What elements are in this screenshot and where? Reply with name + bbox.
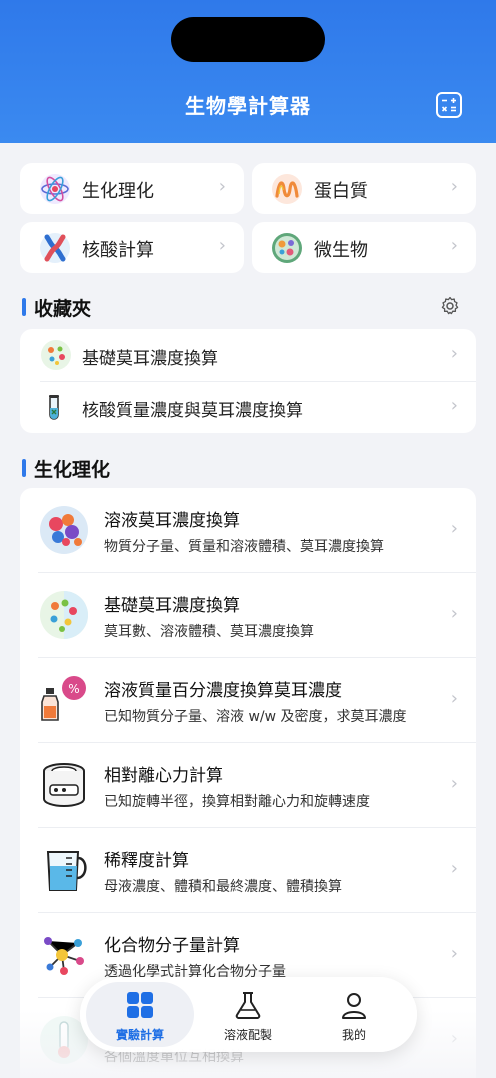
list-item-title: 化合物分子量計算: [104, 936, 240, 956]
tab-bar: 實驗計算 溶液配製 我的: [80, 977, 417, 1052]
category-biochem[interactable]: 生化理化 ›: [20, 163, 244, 214]
tab-solution-prep[interactable]: 溶液配製: [194, 982, 302, 1047]
tab-profile[interactable]: 我的: [300, 982, 408, 1047]
flask-icon: [235, 992, 261, 1019]
list-item[interactable]: 稀釋度計算 母液濃度、體積和最終濃度、體積換算 ›: [20, 828, 476, 913]
chevron-right-icon: ›: [450, 773, 458, 794]
molecular-structure-icon: [44, 937, 84, 975]
list-item-title: 溶液莫耳濃度換算: [104, 511, 240, 531]
dynamic-island: [171, 17, 325, 62]
tab-label: 實驗計算: [115, 1028, 164, 1042]
category-nucleic-acid[interactable]: 核酸計算 ›: [20, 222, 244, 273]
favorites-section-title: 收藏夾: [22, 294, 91, 321]
chevron-right-icon: ›: [450, 688, 458, 709]
molecules-icon: [41, 340, 71, 370]
app-header: 生物學計算器: [0, 0, 496, 143]
list-item-title: 相對離心力計算: [104, 766, 223, 786]
biochem-section-title: 生化理化: [22, 455, 110, 482]
svg-text:%: %: [68, 682, 79, 696]
measuring-cup-icon: [46, 851, 87, 891]
list-item-subtitle: 母液濃度、體積和最終濃度、體積換算: [104, 879, 342, 895]
grid-icon: [127, 992, 153, 1018]
chevron-right-icon: ›: [450, 176, 458, 197]
tab-label: 我的: [341, 1028, 366, 1042]
favorite-item[interactable]: 基礎莫耳濃度換算 ›: [20, 329, 476, 381]
calculator-button[interactable]: [436, 92, 462, 118]
tab-experiment-calc[interactable]: 實驗計算: [86, 982, 194, 1047]
chevron-right-icon: ›: [218, 176, 226, 197]
favorite-label: 核酸質量濃度與莫耳濃度換算: [82, 401, 303, 421]
person-icon: [342, 993, 366, 1019]
list-item-subtitle: 已知旋轉半徑，換算相對離心力和旋轉速度: [104, 794, 370, 810]
percent-bottle-icon: %: [41, 676, 86, 721]
category-microbiology[interactable]: 微生物 ›: [252, 222, 476, 273]
microbe-icon: [272, 233, 302, 263]
favorite-item[interactable]: 核酸質量濃度與莫耳濃度換算 ›: [20, 381, 476, 433]
list-item-subtitle: 物質分子量、質量和溶液體積、莫耳濃度換算: [104, 539, 384, 555]
category-label: 微生物: [314, 240, 368, 261]
chromosome-icon: [40, 233, 70, 263]
list-item[interactable]: % 溶液質量百分濃度換算莫耳濃度 已知物質分子量、溶液 w/w 及密度，求莫耳濃…: [20, 658, 476, 743]
protein-icon: [272, 174, 302, 204]
test-tube-icon: [49, 395, 59, 420]
molecule-model-icon: [40, 506, 88, 554]
favorite-label: 基礎莫耳濃度換算: [82, 349, 218, 369]
chevron-right-icon: ›: [450, 343, 458, 364]
chevron-right-icon: ›: [450, 603, 458, 624]
list-item-subtitle: 莫耳數、溶液體積、莫耳濃度換算: [104, 624, 314, 640]
centrifuge-icon: [43, 763, 85, 807]
gear-icon[interactable]: [440, 296, 460, 316]
list-item[interactable]: 相對離心力計算 已知旋轉半徑，換算相對離心力和旋轉速度 ›: [20, 743, 476, 828]
molecules-icon: [40, 591, 88, 639]
list-item[interactable]: 基礎莫耳濃度換算 莫耳數、溶液體積、莫耳濃度換算 ›: [20, 573, 476, 658]
category-label: 核酸計算: [82, 240, 154, 261]
tab-label: 溶液配製: [223, 1028, 272, 1042]
list-item-title: 基礎莫耳濃度換算: [104, 596, 240, 616]
chevron-right-icon: ›: [450, 858, 458, 879]
calculator-icon: [441, 98, 456, 112]
category-label: 生化理化: [82, 181, 154, 202]
chevron-right-icon: ›: [450, 395, 458, 416]
list-item-title: 稀釋度計算: [104, 851, 189, 871]
list-item[interactable]: 溶液莫耳濃度換算 物質分子量、質量和溶液體積、莫耳濃度換算 ›: [20, 488, 476, 573]
list-item-title: 溶液質量百分濃度換算莫耳濃度: [104, 681, 342, 701]
favorites-list: 基礎莫耳濃度換算 › 核酸質量濃度與莫耳濃度換算 ›: [20, 329, 476, 433]
chevron-right-icon: ›: [450, 1028, 458, 1049]
list-item-subtitle: 已知物質分子量、溶液 w/w 及密度，求莫耳濃度: [104, 709, 407, 725]
app-title: 生物學計算器: [185, 94, 311, 118]
chevron-right-icon: ›: [450, 518, 458, 539]
chevron-right-icon: ›: [450, 943, 458, 964]
atom-icon: [40, 174, 70, 204]
category-protein[interactable]: 蛋白質 ›: [252, 163, 476, 214]
chevron-right-icon: ›: [218, 235, 226, 256]
chevron-right-icon: ›: [450, 235, 458, 256]
category-label: 蛋白質: [314, 181, 368, 202]
